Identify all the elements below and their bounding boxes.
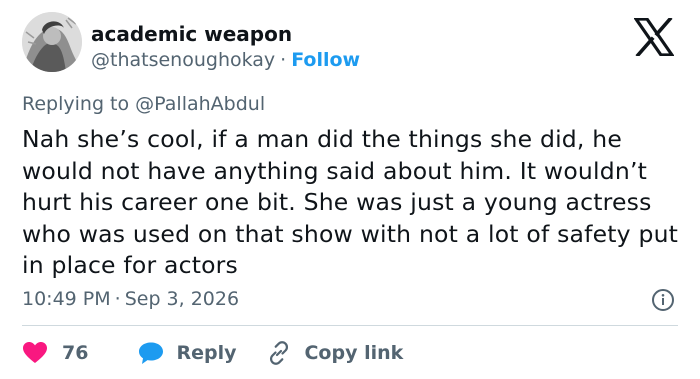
heart-icon: [23, 342, 47, 363]
info-icon[interactable]: [651, 288, 675, 312]
handle-separator: ·: [280, 49, 287, 71]
tweet-date: Sep 3, 2026: [124, 288, 240, 310]
replying-to: Replying to @PallahAbdul: [22, 92, 265, 116]
display-name[interactable]: academic weapon: [91, 22, 292, 46]
replying-to-prefix: Replying to: [22, 93, 130, 115]
timestamp-separator: ·: [114, 288, 121, 310]
timestamp[interactable]: 10:49 PM · Sep 3, 2026: [22, 287, 239, 311]
replying-to-handle[interactable]: @PallahAbdul: [135, 93, 265, 115]
handle[interactable]: @thatsenoughokay: [91, 49, 275, 71]
tweet-text: Nah she’s cool, if a man did the things …: [22, 125, 679, 279]
copy-link-label: Copy link: [304, 342, 404, 364]
like-button[interactable]: 76: [22, 341, 88, 365]
tweet-time: 10:49 PM: [22, 288, 111, 310]
action-bar: 76 Reply Copy link: [22, 340, 403, 366]
avatar-image: [22, 12, 82, 72]
like-count: 76: [62, 342, 89, 364]
handle-row: @thatsenoughokay · Follow: [91, 48, 360, 72]
tweet-card: academic weapon @thatsenoughokay · Follow …: [0, 0, 700, 379]
follow-button[interactable]: Follow: [291, 49, 360, 71]
copy-link-button[interactable]: Copy link: [266, 340, 403, 366]
divider: [22, 325, 678, 326]
reply-button[interactable]: Reply: [138, 341, 236, 365]
speech-bubble-icon: [139, 342, 164, 364]
avatar[interactable]: [22, 12, 82, 72]
x-logo-icon[interactable]: [634, 18, 674, 56]
reply-label: Reply: [176, 342, 237, 364]
link-icon: [270, 341, 289, 365]
